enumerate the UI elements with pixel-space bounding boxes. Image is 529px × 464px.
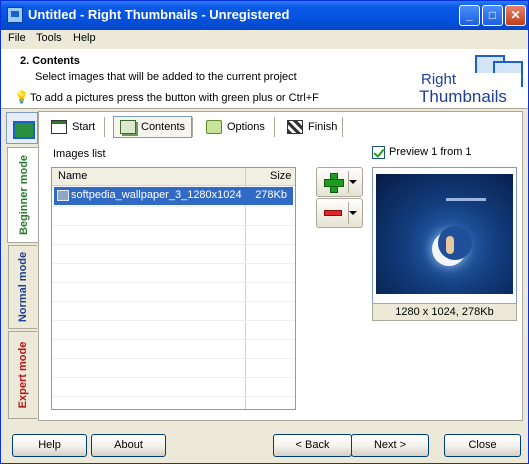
tab-normal-label: Normal mode [17, 251, 29, 323]
project-icon [6, 112, 38, 144]
app-window: Untitled - Right Thumbnails - Unregister… [0, 0, 529, 464]
moon-shadow [438, 226, 472, 260]
start-icon [51, 120, 67, 134]
chevron-down-icon[interactable] [349, 180, 357, 184]
red-minus-icon [324, 210, 342, 216]
menu-bar: File Tools Help [1, 30, 528, 48]
grid-line [52, 339, 295, 340]
right-thumbnails-logo: Right Thumbnails [413, 53, 523, 106]
preview-label: Preview 1 from 1 [389, 146, 472, 158]
row-filesize: 278Kb [255, 189, 287, 201]
grid-line [52, 206, 295, 207]
list-header: Name Size [52, 168, 295, 186]
preview-frame [372, 167, 517, 321]
toolbar-divider [104, 117, 105, 137]
row-filename: softpedia_wallpaper_3_1280x1024 [71, 189, 242, 201]
images-list[interactable]: Name Size softpedia_wallpaper_3_1280x102… [51, 167, 296, 410]
mode-tabs: Beginner mode Normal mode Expert mode [6, 111, 39, 421]
logo-word-right: Right [421, 71, 457, 88]
app-icon [7, 7, 23, 23]
close-button[interactable]: Close [444, 434, 521, 457]
grid-line [52, 396, 295, 397]
contents-label: Contents [141, 121, 186, 133]
wallpaper-text-mark [446, 198, 486, 201]
table-row[interactable]: softpedia_wallpaper_3_1280x1024 278Kb [54, 187, 293, 205]
preview-caption: 1280 x 1024, 278Kb [372, 303, 517, 321]
grid-line [52, 225, 295, 226]
grid-line [52, 263, 295, 264]
image-file-icon [57, 190, 69, 201]
remove-image-button[interactable] [316, 198, 363, 228]
finish-button[interactable]: Finish [281, 116, 343, 138]
wizard-toolbar: Start Contents Options Finish [41, 114, 523, 140]
tab-normal-mode[interactable]: Normal mode [8, 245, 37, 329]
menu-file[interactable]: File [8, 32, 26, 44]
start-button[interactable]: Start [45, 116, 101, 138]
step-title: 2. Contents [20, 55, 80, 67]
maximize-button[interactable]: □ [482, 5, 503, 26]
grid-line [52, 377, 295, 378]
minimize-button[interactable]: _ [459, 5, 480, 26]
hint-text: To add a pictures press the button with … [30, 92, 319, 104]
tab-beginner-mode[interactable]: Beginner mode [7, 147, 39, 243]
contents-button[interactable]: Contents [113, 116, 193, 138]
finish-label: Finish [308, 121, 338, 133]
options-icon [206, 120, 222, 134]
toolbar-divider [342, 117, 343, 137]
lightbulb-icon: 💡 [14, 90, 29, 104]
tab-beginner-label: Beginner mode [17, 154, 30, 236]
back-button[interactable]: < Back [273, 434, 352, 457]
column-header-size[interactable]: Size [270, 170, 291, 182]
options-button[interactable]: Options [200, 116, 271, 138]
preview-checkbox[interactable] [372, 146, 385, 159]
add-image-button[interactable] [316, 167, 363, 197]
contents-icon [120, 120, 136, 134]
preview-thumbnail [376, 174, 513, 294]
tab-expert-mode[interactable]: Expert mode [8, 331, 37, 419]
column-header-name[interactable]: Name [58, 170, 87, 182]
title-bar[interactable]: Untitled - Right Thumbnails - Unregister… [1, 1, 528, 30]
options-label: Options [227, 121, 265, 133]
toolbar-divider [274, 117, 275, 137]
about-button[interactable]: About [91, 434, 166, 457]
images-list-label: Images list [53, 148, 106, 160]
step-description: Select images that will be added to the … [35, 71, 297, 83]
window-title: Untitled - Right Thumbnails - Unregister… [28, 7, 290, 22]
start-label: Start [72, 121, 96, 133]
tab-expert-label: Expert mode [17, 341, 29, 409]
help-button[interactable]: Help [12, 434, 87, 457]
finish-flag-icon [287, 120, 303, 134]
step-header: 2. Contents Select images that will be a… [1, 49, 528, 109]
grid-line [52, 301, 295, 302]
logo-word-thumbnails: Thumbnails [419, 87, 507, 106]
menu-help[interactable]: Help [73, 32, 96, 44]
grid-line [52, 244, 295, 245]
wizard-button-bar: Help About < Back Next > Close [1, 427, 528, 463]
chevron-down-icon[interactable] [349, 211, 357, 215]
next-button[interactable]: Next > [351, 434, 429, 457]
grid-line [52, 358, 295, 359]
close-window-button[interactable]: ✕ [505, 5, 526, 26]
figure-shape [446, 236, 454, 254]
green-plus-icon [324, 173, 344, 193]
grid-line [52, 320, 295, 321]
menu-tools[interactable]: Tools [36, 32, 62, 44]
toolbar-divider [192, 117, 193, 137]
grid-line [52, 282, 295, 283]
